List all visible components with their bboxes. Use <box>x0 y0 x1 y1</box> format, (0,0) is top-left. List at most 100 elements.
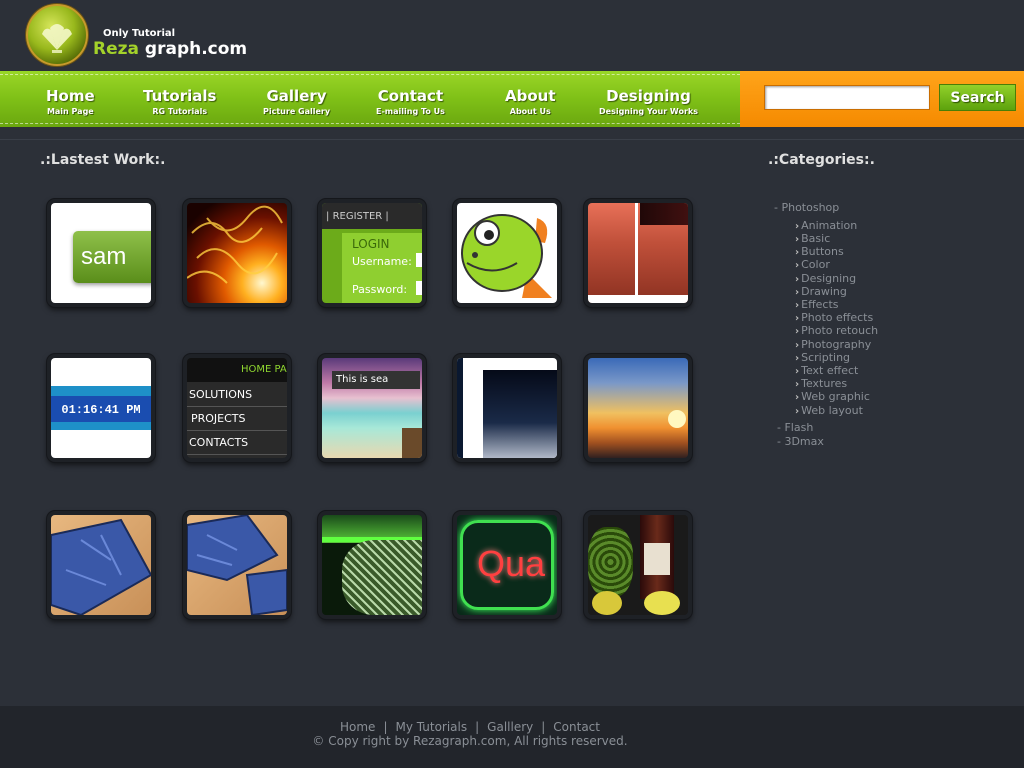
category-item-label: Photography <box>801 338 872 351</box>
nav-sublabel: E-mailing To Us <box>376 107 445 116</box>
category-item-label: Buttons <box>801 245 844 258</box>
thumb-clock-text: 01:16:41 PM <box>61 403 141 417</box>
category-item[interactable]: › Designing <box>795 272 856 285</box>
category-flash[interactable]: - Flash <box>777 421 813 434</box>
nav-item-gallery[interactable]: Gallery Picture Gallery <box>263 87 330 116</box>
chevron-right-icon: › <box>795 260 800 271</box>
category-item[interactable]: › Scripting <box>795 351 850 364</box>
thumb-digital-clock[interactable]: 01:16:41 PM <box>47 354 155 462</box>
category-item-label: Textures <box>801 377 848 390</box>
thumb-puzzle-1[interactable] <box>47 511 155 619</box>
thumb-contacts-text: CONTACTS <box>189 436 249 449</box>
chevron-right-icon: › <box>795 353 800 364</box>
chevron-right-icon: › <box>795 340 800 351</box>
latest-work-title: .:Lastest Work:. <box>40 152 166 168</box>
thumb-neon-word: Qua <box>477 543 546 584</box>
category-item-label: Effects <box>801 298 839 311</box>
nav-item-tutorials[interactable]: Tutorials RG Tutorials <box>143 87 216 116</box>
nav-sublabel: Main Page <box>46 107 94 116</box>
header-divider <box>0 139 1024 140</box>
thumb-green-dragon[interactable] <box>453 199 561 307</box>
footer-link-gallery[interactable]: Galllery <box>487 720 533 734</box>
thumb-red-sea-split[interactable] <box>584 199 692 307</box>
nav-item-home[interactable]: Home Main Page <box>46 87 95 116</box>
category-item-label: Scripting <box>801 351 851 364</box>
category-item[interactable]: › Animation <box>795 219 857 232</box>
thumb-green-face[interactable] <box>318 511 426 619</box>
nav-label: Contact <box>377 87 444 105</box>
nav-item-contact[interactable]: Contact E-mailing To Us <box>376 87 445 116</box>
footer-separator: | <box>475 720 480 734</box>
category-item[interactable]: › Photography <box>795 338 871 351</box>
chevron-right-icon: › <box>795 406 800 417</box>
thumb-home-text: HOME PA <box>241 364 287 375</box>
header: Only Tutorial Reza graph.com <box>0 0 1024 71</box>
nav-label: Designing <box>606 87 691 105</box>
thumb-password-text: Password: <box>352 283 408 296</box>
thumb-sunset[interactable] <box>584 354 692 462</box>
nav-item-about[interactable]: About About Us <box>505 87 556 116</box>
footer-links: Home | My Tutorials | Galllery | Contact <box>0 720 940 734</box>
category-item-label: Designing <box>801 272 857 285</box>
nav-sublabel: Designing Your Works <box>599 107 698 116</box>
logo-tagline: Only Tutorial <box>103 28 176 39</box>
category-item-label: Text effect <box>801 364 859 377</box>
logo-name-part2: graph.com <box>139 39 248 59</box>
thumb-puzzle-2[interactable] <box>183 511 291 619</box>
thumb-button-text: sam <box>81 243 127 270</box>
thumb-clouds-frame[interactable] <box>453 354 561 462</box>
footer-link-home[interactable]: Home <box>340 720 375 734</box>
chevron-right-icon: › <box>795 392 800 403</box>
chevron-right-icon: › <box>795 221 800 232</box>
nav-item-designing[interactable]: Designing Designing Your Works <box>599 87 698 116</box>
category-item-label: Drawing <box>801 285 847 298</box>
category-photoshop[interactable]: - Photoshop <box>774 201 839 214</box>
logo-emblem[interactable] <box>26 4 88 66</box>
category-item[interactable]: › Photo retouch <box>795 324 878 337</box>
category-item[interactable]: › Web graphic <box>795 390 870 403</box>
category-item-label: Photo effects <box>801 311 874 324</box>
footer: Home | My Tutorials | Galllery | Contact © Cop… <box>0 706 1024 768</box>
chevron-right-icon: › <box>795 274 800 285</box>
nav-label: Home <box>46 87 95 105</box>
chevron-right-icon: › <box>795 287 800 298</box>
category-item[interactable]: › Basic <box>795 232 830 245</box>
thumb-login-form[interactable]: | REGISTER | LOGIN Username: Password: <box>318 199 426 307</box>
category-item[interactable]: › Text effect <box>795 364 858 377</box>
nav-label: Tutorials <box>143 87 217 105</box>
thumb-fire[interactable] <box>183 199 291 307</box>
thumb-beach-caption[interactable]: This is sea <box>318 354 426 462</box>
main-nav: Home Main Page Tutorials RG Tutorials Ga… <box>0 71 740 127</box>
category-item[interactable]: › Color <box>795 258 830 271</box>
nav-label: About <box>505 87 556 105</box>
search-button[interactable]: Search <box>939 84 1016 111</box>
category-item[interactable]: › Photo effects <box>795 311 873 324</box>
category-item[interactable]: › Drawing <box>795 285 847 298</box>
category-item[interactable]: › Web layout <box>795 404 863 417</box>
search-bar: Search <box>740 71 1024 127</box>
category-item-label: Web graphic <box>801 390 870 403</box>
thumb-dark-menu[interactable]: HOME PA SOLUTIONS PROJECTS CONTACTS <box>183 354 291 462</box>
footer-copyright: © Copy right by Rezagraph.com, All right… <box>312 734 628 748</box>
category-item-label: Color <box>801 258 830 271</box>
footer-link-tutorials[interactable]: My Tutorials <box>395 720 467 734</box>
chevron-right-icon: › <box>795 326 800 337</box>
nav-label: Gallery <box>266 87 327 105</box>
thumb-register-text: REGISTER <box>332 211 383 222</box>
thumb-still-life[interactable] <box>584 511 692 619</box>
footer-separator: | <box>383 720 388 734</box>
thumb-caption-text: This is sea <box>336 374 389 385</box>
nav-sublabel: RG Tutorials <box>152 107 208 116</box>
thumb-button-sample[interactable]: sam <box>47 199 155 307</box>
category-item[interactable]: › Effects <box>795 298 839 311</box>
footer-link-contact[interactable]: Contact <box>553 720 600 734</box>
category-item[interactable]: › Buttons <box>795 245 844 258</box>
logo-name[interactable]: Reza graph.com <box>93 39 247 59</box>
thumb-neon-text[interactable]: Qua <box>453 511 561 619</box>
category-3dmax[interactable]: - 3Dmax <box>777 435 824 448</box>
chevron-right-icon: › <box>795 300 800 311</box>
search-input[interactable] <box>764 85 930 110</box>
category-item-label: Basic <box>801 232 831 245</box>
category-item-label: Photo retouch <box>801 324 879 337</box>
category-item[interactable]: › Textures <box>795 377 847 390</box>
